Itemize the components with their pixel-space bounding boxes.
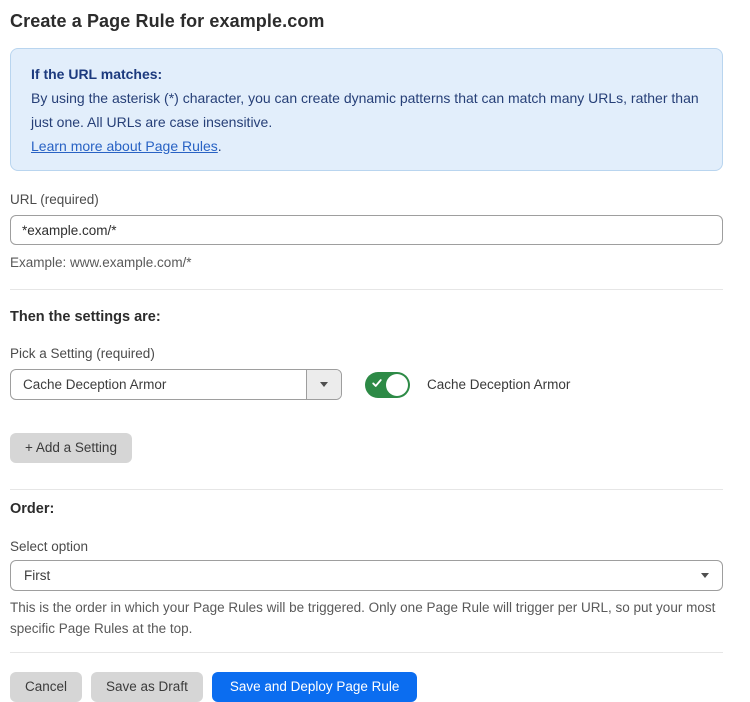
- order-dropdown[interactable]: First: [10, 560, 723, 591]
- divider: [10, 652, 723, 653]
- info-box-heading: If the URL matches:: [31, 62, 702, 86]
- settings-section-heading: Then the settings are:: [10, 309, 723, 325]
- toggle-setting-label: Cache Deception Armor: [427, 377, 570, 392]
- toggle-knob: [386, 374, 408, 396]
- url-field-label: URL (required): [10, 192, 723, 207]
- add-setting-button[interactable]: + Add a Setting: [10, 433, 132, 463]
- learn-more-link[interactable]: Learn more about Page Rules: [31, 138, 218, 154]
- page-title: Create a Page Rule for example.com: [10, 11, 723, 32]
- url-input[interactable]: [10, 215, 723, 245]
- info-box-link-line: Learn more about Page Rules.: [31, 134, 702, 158]
- divider: [10, 489, 723, 490]
- link-period: .: [218, 138, 222, 154]
- info-box-body: By using the asterisk (*) character, you…: [31, 86, 702, 134]
- order-dropdown-value: First: [24, 568, 701, 583]
- order-section-heading: Order:: [10, 501, 723, 517]
- setting-picker-label: Pick a Setting (required): [10, 346, 723, 361]
- cancel-button[interactable]: Cancel: [10, 672, 82, 702]
- order-select-label: Select option: [10, 539, 723, 554]
- order-helper-text: This is the order in which your Page Rul…: [10, 597, 723, 639]
- chevron-down-icon: [320, 382, 328, 387]
- setting-dropdown-value: Cache Deception Armor: [11, 370, 306, 399]
- save-as-draft-button[interactable]: Save as Draft: [91, 672, 203, 702]
- save-and-deploy-button[interactable]: Save and Deploy Page Rule: [212, 672, 418, 702]
- cache-deception-armor-toggle[interactable]: [365, 372, 410, 398]
- divider: [10, 289, 723, 290]
- url-match-info-box: If the URL matches: By using the asteris…: [10, 48, 723, 171]
- url-example-helper: Example: www.example.com/*: [10, 252, 723, 273]
- setting-dropdown[interactable]: Cache Deception Armor: [10, 369, 342, 400]
- checkmark-icon: [372, 378, 382, 388]
- footer-actions: Cancel Save as Draft Save and Deploy Pag…: [10, 672, 723, 702]
- setting-row: Cache Deception Armor Cache Deception Ar…: [10, 369, 723, 400]
- page-rule-form: Create a Page Rule for example.com If th…: [10, 11, 723, 702]
- setting-dropdown-arrow-button[interactable]: [306, 370, 341, 399]
- chevron-down-icon: [701, 573, 709, 578]
